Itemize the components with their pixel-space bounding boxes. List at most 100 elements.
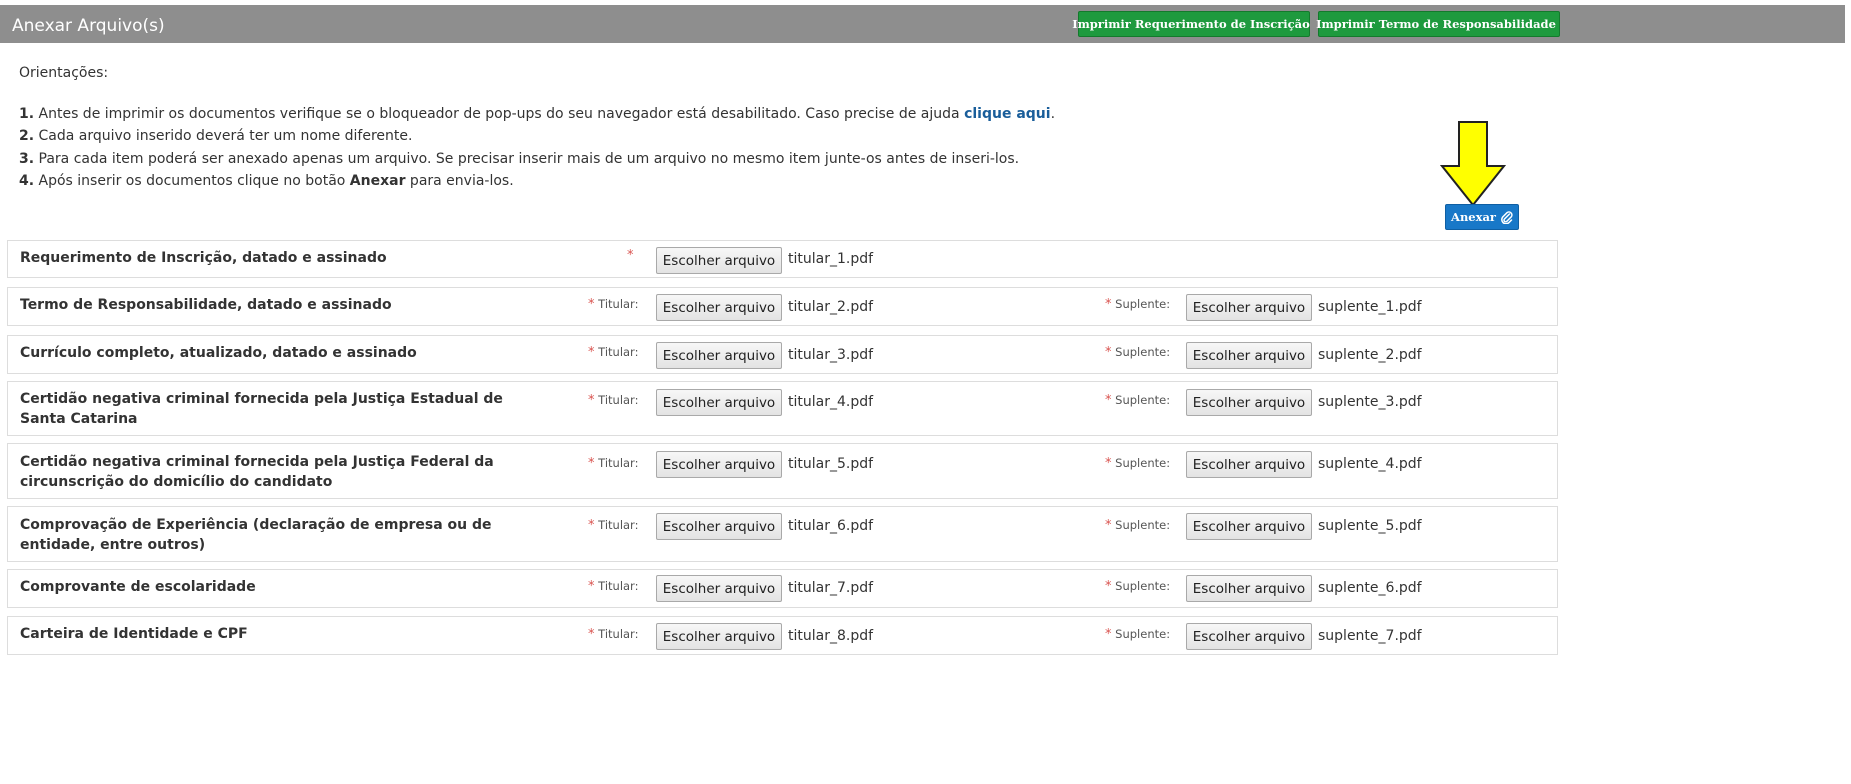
document-row: Certidão negativa criminal fornecida pel… (7, 443, 1558, 499)
suplente-label-text: Suplente: (1115, 627, 1171, 641)
titular-label-text: Titular: (598, 393, 639, 407)
document-label: Comprovação de Experiência (declaração d… (20, 517, 492, 553)
document-label: Certidão negativa criminal fornecida pel… (20, 391, 503, 427)
titular-label-text: Titular: (598, 297, 639, 311)
item-text: Antes de imprimir os documentos verifiqu… (34, 106, 965, 122)
suplente-choose-file-button[interactable]: Escolher arquivo (1186, 294, 1312, 321)
item-text: Cada arquivo inserido deverá ter um nome… (34, 128, 413, 145)
suplente-file-name: suplente_4.pdf (1318, 456, 1422, 472)
suplente-file-name: suplente_7.pdf (1318, 628, 1422, 644)
document-label: Comprovante de escolaridade (20, 579, 256, 595)
document-row: Carteira de Identidade e CPF * Titular: … (7, 616, 1558, 655)
document-label: Requerimento de Inscrição, datado e assi… (20, 250, 387, 266)
titular-label: * Titular: (588, 579, 638, 594)
document-row: Comprovante de escolaridade * Titular: E… (7, 569, 1558, 608)
document-row: Requerimento de Inscrição, datado e assi… (7, 240, 1558, 278)
down-arrow-icon (1440, 121, 1506, 207)
required-mark: * (1105, 518, 1112, 533)
suplente-choose-file-button[interactable]: Escolher arquivo (1186, 513, 1312, 540)
panel-header: Anexar Arquivo(s) Imprimir Requerimento … (0, 5, 1845, 43)
suplente-file-name: suplente_5.pdf (1318, 518, 1422, 534)
titular-file-name: titular_7.pdf (788, 580, 874, 596)
required-mark: * (627, 248, 634, 263)
paperclip-icon (1501, 210, 1513, 224)
suplente-label-text: Suplente: (1115, 579, 1171, 593)
titular-file-name: titular_4.pdf (788, 394, 874, 410)
print-term-button[interactable]: Imprimir Termo de Responsabilidade (1316, 11, 1560, 37)
required-mark: * (588, 345, 595, 360)
titular-label: * Titular: (588, 518, 638, 533)
titular-file-name: titular_8.pdf (788, 628, 874, 644)
suplente-file-name: suplente_1.pdf (1318, 299, 1422, 315)
item-text-after: para envia-los. (405, 172, 514, 189)
item-text: Para cada item poderá ser anexado apenas… (34, 150, 1020, 167)
suplente-label: * Suplente: (1105, 345, 1170, 360)
titular-choose-file-button[interactable]: Escolher arquivo (656, 451, 782, 478)
required-mark: * (1105, 393, 1112, 408)
suplente-label-text: Suplente: (1115, 393, 1171, 407)
titular-file-name: titular_5.pdf (788, 456, 874, 472)
suplente-label-text: Suplente: (1115, 345, 1171, 359)
suplente-choose-file-button[interactable]: Escolher arquivo (1186, 575, 1312, 602)
titular-choose-file-button[interactable]: Escolher arquivo (656, 247, 782, 274)
suplente-label: * Suplente: (1105, 627, 1170, 642)
required-mark: * (588, 297, 595, 312)
item-number: 4. (19, 172, 35, 189)
attach-button-label: Anexar (1451, 210, 1496, 224)
titular-label-text: Titular: (598, 627, 639, 641)
titular-choose-file-button[interactable]: Escolher arquivo (656, 623, 782, 650)
suplente-label-text: Suplente: (1115, 518, 1171, 532)
titular-label-text: Titular: (598, 518, 639, 532)
required-mark: * (588, 518, 595, 533)
item-number: 1. (19, 106, 35, 122)
titular-choose-file-button[interactable]: Escolher arquivo (656, 294, 782, 321)
orientation-item: 3. Para cada item poderá ser anexado ape… (19, 148, 1055, 170)
orientations-title: Orientações: (19, 65, 109, 81)
item-number: 2. (19, 128, 35, 145)
required-mark: * (588, 393, 595, 408)
titular-choose-file-button[interactable]: Escolher arquivo (656, 342, 782, 369)
suplente-label: * Suplente: (1105, 456, 1170, 471)
suplente-label-text: Suplente: (1115, 456, 1171, 470)
suplente-label: * Suplente: (1105, 518, 1170, 533)
document-row: Termo de Responsabilidade, datado e assi… (7, 287, 1558, 326)
titular-file-name: titular_6.pdf (788, 518, 874, 534)
document-label: Termo de Responsabilidade, datado e assi… (20, 297, 392, 313)
required-mark: * (588, 627, 595, 642)
titular-label-text: Titular: (598, 456, 639, 470)
print-request-button[interactable]: Imprimir Requerimento de Inscrição (1072, 11, 1310, 37)
required-mark: * (588, 579, 595, 594)
item-number: 3. (19, 150, 35, 167)
titular-choose-file-button[interactable]: Escolher arquivo (656, 513, 782, 540)
suplente-file-name: suplente_2.pdf (1318, 347, 1422, 363)
required-mark: * (1105, 456, 1112, 471)
required-mark: * (1105, 345, 1112, 360)
item-text-after: . (1050, 106, 1056, 122)
titular-file-name: titular_3.pdf (788, 347, 874, 363)
titular-label: * Titular: (588, 456, 638, 471)
suplente-choose-file-button[interactable]: Escolher arquivo (1186, 389, 1312, 416)
suplente-choose-file-button[interactable]: Escolher arquivo (1186, 342, 1312, 369)
titular-choose-file-button[interactable]: Escolher arquivo (656, 575, 782, 602)
suplente-choose-file-button[interactable]: Escolher arquivo (1186, 451, 1312, 478)
document-label: Currículo completo, atualizado, datado e… (20, 345, 417, 361)
titular-label-text: Titular: (598, 579, 639, 593)
help-link[interactable]: clique aqui (964, 106, 1051, 122)
suplente-file-name: suplente_3.pdf (1318, 394, 1422, 410)
attach-button[interactable]: Anexar (1445, 204, 1519, 230)
suplente-label: * Suplente: (1105, 393, 1170, 408)
document-row: Currículo completo, atualizado, datado e… (7, 335, 1558, 374)
orientation-item: 4. Após inserir os documentos clique no … (19, 170, 1055, 192)
required-mark: * (1105, 579, 1112, 594)
titular-label: * Titular: (588, 345, 638, 360)
document-label: Carteira de Identidade e CPF (20, 626, 248, 642)
suplente-choose-file-button[interactable]: Escolher arquivo (1186, 623, 1312, 650)
item-bold-text: Anexar (349, 172, 406, 189)
print-request-label: Imprimir Requerimento de Inscrição (1072, 17, 1310, 31)
titular-label: * Titular: (588, 393, 638, 408)
orientation-item: 2. Cada arquivo inserido deverá ter um n… (19, 125, 1055, 147)
suplente-label: * Suplente: (1105, 579, 1170, 594)
required-mark: * (588, 456, 595, 471)
item-text: Após inserir os documentos clique no bot… (34, 172, 350, 189)
titular-choose-file-button[interactable]: Escolher arquivo (656, 389, 782, 416)
